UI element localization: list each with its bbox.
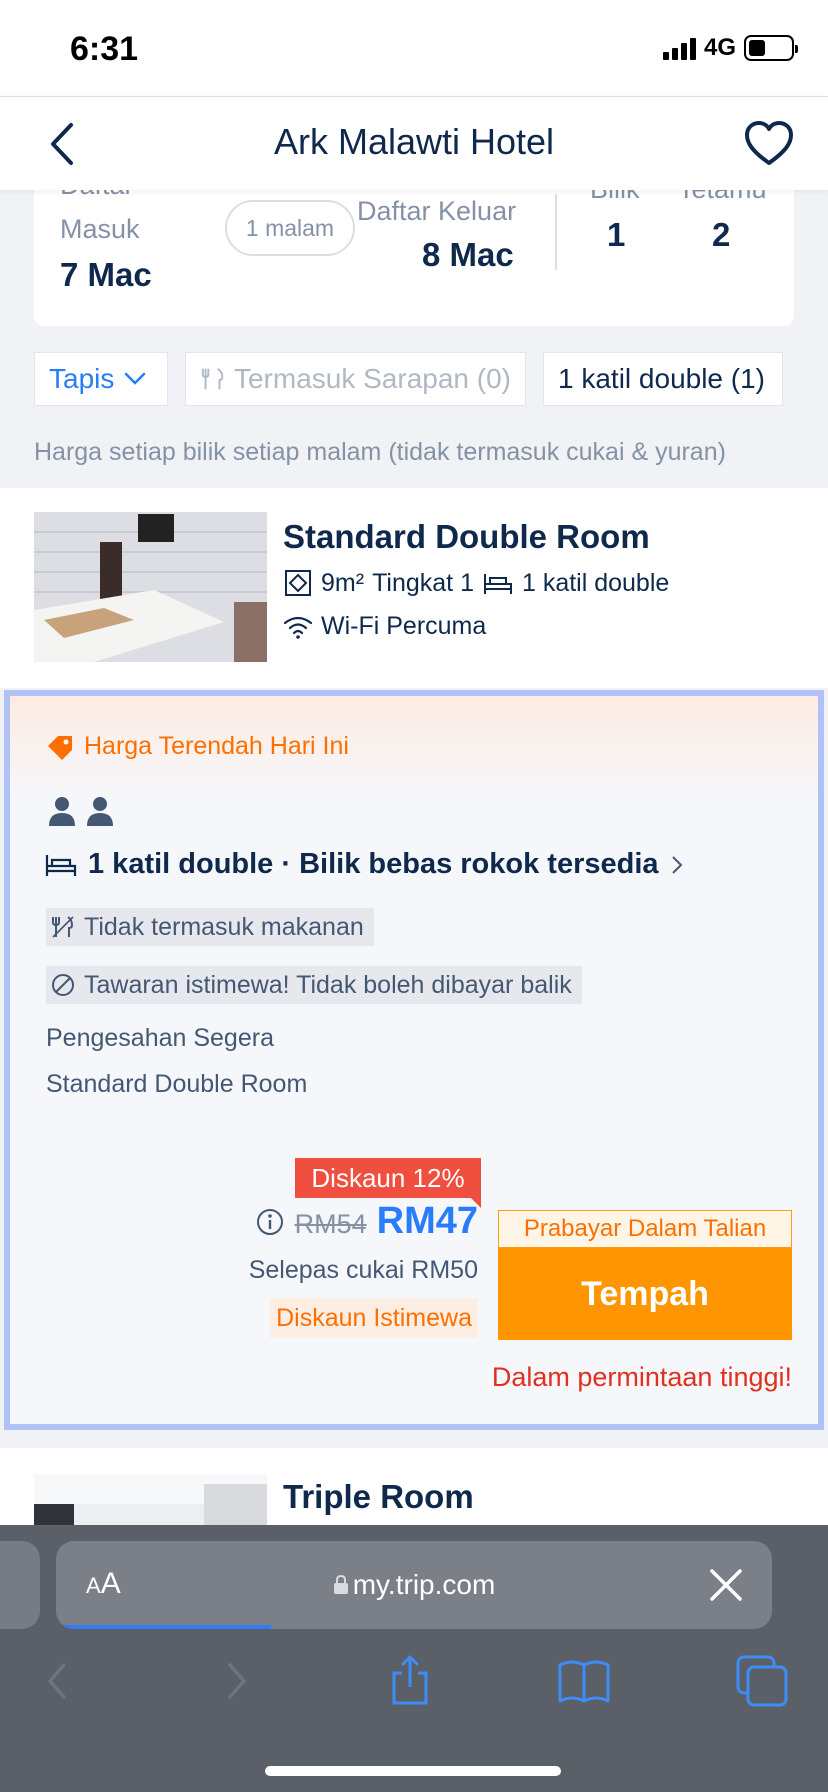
room-photo[interactable] <box>34 512 267 662</box>
guest-capacity <box>48 796 114 826</box>
browser-forward-icon[interactable] <box>208 1653 264 1709</box>
close-icon[interactable] <box>704 1563 748 1607</box>
filter-button[interactable]: Tapis <box>34 352 168 406</box>
high-demand-text: Dalam permintaan tinggi! <box>491 1362 792 1392</box>
page-load-progress <box>56 1625 271 1629</box>
bed-icon <box>483 574 512 594</box>
status-bar: 6:31 4G <box>0 0 828 96</box>
refund-tag: Tawaran istimewa! Tidak boleh dibayar ba… <box>46 966 582 1004</box>
room-photo-image <box>34 512 267 662</box>
guests-count: 2 <box>712 216 731 253</box>
person-icon <box>87 797 113 826</box>
book-button[interactable]: Tempah <box>498 1248 792 1340</box>
browser-back-icon[interactable] <box>30 1653 86 1709</box>
bed-icon <box>45 854 77 876</box>
heart-icon[interactable] <box>742 117 796 171</box>
room-floor: Tingkat 1 <box>372 568 474 597</box>
battery-icon <box>744 35 798 61</box>
url-display[interactable]: my.trip.com <box>56 1569 772 1601</box>
confirmation-text: Pengesahan Segera <box>46 1024 274 1052</box>
url-text: my.trip.com <box>352 1569 496 1600</box>
breakfast-chip-label: Termasuk Sarapan (0) <box>233 363 511 394</box>
filter-label: Tapis <box>49 363 115 394</box>
meal-tag-label: Tidak termasuk makanan <box>84 912 364 941</box>
original-price: RM54 <box>294 1209 367 1239</box>
rate-offer-card[interactable]: Harga Terendah Hari Ini 1 katil double ·… <box>4 690 824 1430</box>
home-indicator <box>265 1766 561 1776</box>
chevron-down-icon <box>125 372 146 385</box>
prepay-label: Prabayar Dalam Talian <box>498 1210 792 1248</box>
checkout-date: 8 Mac <box>422 236 514 273</box>
meal-tag: Tidak termasuk makanan <box>46 908 374 946</box>
room-card[interactable]: Standard Double Room 9m² Tingkat 1 1 kat… <box>0 488 828 688</box>
info-icon[interactable] <box>255 1207 285 1237</box>
network-type: 4G <box>703 34 736 61</box>
room-wifi: Wi-Fi Percuma <box>283 612 486 641</box>
room-name: Standard Double Room <box>283 518 650 555</box>
share-icon[interactable] <box>382 1653 438 1709</box>
bookmarks-icon[interactable] <box>556 1653 612 1709</box>
room-name: Triple Room <box>283 1478 474 1515</box>
top-nav-bar: Ark Malawti Hotel <box>0 96 828 190</box>
nights-badge: 1 malam <box>225 200 355 256</box>
discount-badge: Diskaun 12% <box>295 1158 481 1208</box>
checkin-date: 7 Mac <box>60 256 152 293</box>
no-refund-icon <box>52 974 74 996</box>
wifi-icon <box>283 616 313 639</box>
lowest-price-badge: Harga Terendah Hari Ini <box>46 732 349 761</box>
special-discount-tag: Diskaun Istimewa <box>270 1298 478 1338</box>
bed-filter-chip[interactable]: 1 katil double (1) <box>543 352 783 406</box>
room-size-icon <box>285 570 311 596</box>
offer-room-name: Standard Double Room <box>46 1070 308 1098</box>
bed-policy-text: 1 katil double · Bilik bebas rokok terse… <box>88 848 659 880</box>
after-tax-price: Selepas cukai RM50 <box>248 1256 478 1284</box>
signal-icon <box>662 36 696 60</box>
fork-knife-icon <box>201 367 224 390</box>
price-tag-icon <box>48 735 72 760</box>
bed-policy-link[interactable]: 1 katil double · Bilik bebas rokok terse… <box>44 848 685 881</box>
lowest-price-label: Harga Terendah Hari Ini <box>84 732 349 760</box>
room-attributes: 9m² Tingkat 1 1 katil double <box>283 568 669 598</box>
previous-tab-preview[interactable] <box>0 1541 40 1629</box>
address-bar[interactable]: AA my.trip.com <box>56 1541 772 1629</box>
breakfast-filter-chip[interactable]: Termasuk Sarapan (0) <box>185 352 526 406</box>
wifi-label: Wi-Fi Percuma <box>321 612 487 640</box>
checkin-label-line2: Masuk <box>60 214 140 244</box>
fork-knife-icon <box>52 916 74 938</box>
summary-divider <box>555 194 557 270</box>
bed-chip-label: 1 katil double (1) <box>558 363 766 394</box>
tabs-icon[interactable] <box>734 1653 790 1709</box>
room-bed: 1 katil double <box>521 568 670 597</box>
room-size: 9m² <box>321 568 365 597</box>
person-icon <box>49 797 75 826</box>
rooms-count: 1 <box>607 216 626 253</box>
price-line: RM54 RM47 <box>255 1200 478 1243</box>
lock-icon <box>333 1574 348 1594</box>
refund-tag-label: Tawaran istimewa! Tidak boleh dibayar ba… <box>84 970 572 999</box>
checkout-label: Daftar Keluar <box>357 196 517 226</box>
discounted-price: RM47 <box>376 1200 478 1242</box>
hotel-title: Ark Malawti Hotel <box>273 121 555 162</box>
chevron-right-icon <box>671 855 682 874</box>
status-indicators: 4G <box>662 34 798 62</box>
price-note: Harga setiap bilik setiap malam (tidak t… <box>34 438 726 466</box>
status-time: 6:31 <box>70 30 139 68</box>
browser-toolbar: AA my.trip.com <box>0 1525 828 1792</box>
